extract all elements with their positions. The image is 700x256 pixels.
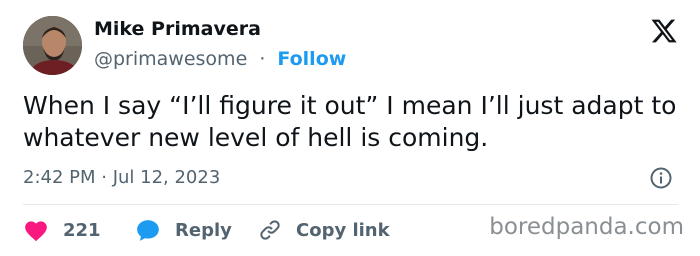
divider xyxy=(23,204,678,205)
reply-label: Reply xyxy=(175,219,232,241)
speech-bubble-icon xyxy=(135,218,161,242)
avatar[interactable] xyxy=(23,16,82,75)
copy-link-label: Copy link xyxy=(296,219,390,241)
heart-icon xyxy=(23,218,49,242)
x-logo-icon[interactable] xyxy=(650,17,678,45)
like-count: 221 xyxy=(63,219,101,241)
avatar-image xyxy=(23,16,82,75)
reply-button[interactable]: Reply xyxy=(135,218,258,242)
watermark: boredpanda.com xyxy=(489,214,684,240)
link-icon xyxy=(258,218,282,242)
handle-separator: · xyxy=(259,48,266,70)
tweet-text: When I say “I’ll figure it out” I mean I… xyxy=(23,91,677,152)
author-handle-row: @primawesome · Follow xyxy=(94,48,346,70)
like-button[interactable]: 221 xyxy=(23,218,135,242)
author-name[interactable]: Mike Primavera xyxy=(94,18,261,40)
author-handle[interactable]: @primawesome xyxy=(94,48,247,70)
info-icon[interactable] xyxy=(649,166,673,190)
follow-button[interactable]: Follow xyxy=(277,48,346,70)
tweet-card: Mike Primavera @primawesome · Follow Whe… xyxy=(0,0,700,256)
copy-link-button[interactable]: Copy link xyxy=(258,218,390,242)
tweet-timestamp[interactable]: 2:42 PM · Jul 12, 2023 xyxy=(23,167,220,188)
action-bar: 221 Reply Copy link xyxy=(23,215,390,245)
